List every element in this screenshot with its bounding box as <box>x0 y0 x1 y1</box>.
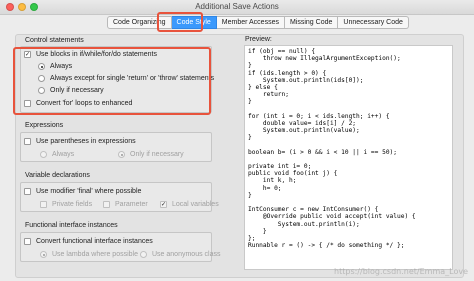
code-line: IntConsumer c = new IntConsumer() { <box>248 206 379 214</box>
parentheses-if-necessary-label: Only if necessary <box>130 151 184 158</box>
code-line: System.out.println(i); <box>248 220 360 228</box>
final-private-fields-label: Private fields <box>52 201 93 208</box>
convert-functional-label: Convert functional interface instances <box>36 238 153 245</box>
code-line: } <box>248 98 252 106</box>
code-line: int k, h; <box>248 177 297 185</box>
use-final-option[interactable]: Use modifier 'final' where possible <box>24 188 141 195</box>
code-line: if (ids.length > 0) { <box>248 69 327 77</box>
code-line: System.out.println(value); <box>248 127 360 135</box>
code-line: double value= ids[i] / 2; <box>248 119 357 127</box>
final-parameter-option[interactable]: Parameter <box>103 201 148 208</box>
code-line: } else { <box>248 83 278 91</box>
code-line: if (obj == null) { <box>248 48 316 55</box>
active-tab-highlight <box>157 12 203 32</box>
code-line: Runnable r = () -> { /* do something */ … <box>248 242 405 250</box>
code-line: }; <box>248 234 256 242</box>
use-lambda-option[interactable]: Use lambda where possible <box>40 251 138 258</box>
use-lambda-radio[interactable] <box>40 251 47 258</box>
functional-interface-title: Functional interface instances <box>25 222 118 229</box>
control-statements-title: Control statements <box>25 37 84 44</box>
code-line: } <box>248 134 252 142</box>
parentheses-always-radio[interactable] <box>40 151 47 158</box>
window-title: Additional Save Actions <box>195 2 279 11</box>
code-line: return; <box>248 91 289 99</box>
final-private-fields-checkbox[interactable] <box>40 201 47 208</box>
use-final-label: Use modifier 'final' where possible <box>36 188 142 195</box>
use-anonymous-class-radio[interactable] <box>140 251 147 258</box>
code-line: boolean b= (i > 0 && i < 10 || i == 50); <box>248 148 398 156</box>
code-line: for (int i = 0; i < ids.length; i++) { <box>248 112 390 120</box>
use-parentheses-option[interactable]: Use parentheses in expressions <box>24 138 136 145</box>
code-line: System.out.println(ids[0]); <box>248 76 364 84</box>
final-local-variables-checkbox[interactable]: ✓ <box>160 201 167 208</box>
convert-functional-option[interactable]: Convert functional interface instances <box>24 238 153 245</box>
use-lambda-label: Use lambda where possible <box>52 251 138 258</box>
variable-declarations-title: Variable declarations <box>25 172 90 179</box>
preview-label: Preview: <box>245 36 272 43</box>
code-line: @Override public void accept(int value) … <box>248 213 416 221</box>
code-line: } <box>248 191 252 199</box>
tab-bar: Code Organizing Code Style Member Access… <box>107 16 409 29</box>
tab-member-accesses[interactable]: Member Accesses <box>216 16 285 29</box>
final-local-variables-option[interactable]: ✓ Local variables <box>160 201 219 208</box>
final-parameter-label: Parameter <box>115 201 148 208</box>
code-line: } <box>248 227 267 235</box>
parentheses-always-label: Always <box>52 151 75 158</box>
title-bar: Additional Save Actions <box>0 0 474 15</box>
parentheses-if-necessary-radio[interactable] <box>118 151 125 158</box>
final-private-fields-option[interactable]: Private fields <box>40 201 92 208</box>
code-line: } <box>248 62 252 70</box>
tab-unnecessary-code[interactable]: Unnecessary Code <box>338 16 409 29</box>
use-final-checkbox[interactable] <box>24 188 31 195</box>
final-parameter-checkbox[interactable] <box>103 201 110 208</box>
tab-missing-code[interactable]: Missing Code <box>284 16 339 29</box>
final-local-variables-label: Local variables <box>172 201 219 208</box>
convert-functional-checkbox[interactable] <box>24 238 31 245</box>
use-anonymous-class-label: Use anonymous class <box>152 251 221 258</box>
watermark: https://blog.csdn.net/Emma_Love <box>334 267 468 276</box>
code-preview-text: if (obj == null) { throw new IllegalArgu… <box>245 46 452 251</box>
use-parentheses-checkbox[interactable] <box>24 138 31 145</box>
code-line: public void foo(int j) { <box>248 170 338 178</box>
use-parentheses-label: Use parentheses in expressions <box>36 138 136 145</box>
code-line: h= 0; <box>248 184 282 192</box>
expressions-title: Expressions <box>25 122 64 129</box>
use-anonymous-class-option[interactable]: Use anonymous class <box>140 251 220 258</box>
code-preview[interactable]: if (obj == null) { throw new IllegalArgu… <box>244 45 453 270</box>
parentheses-always-option[interactable]: Always <box>40 151 74 158</box>
parentheses-if-necessary-option[interactable]: Only if necessary <box>118 151 184 158</box>
code-line: throw new IllegalArgumentException(); <box>248 55 401 63</box>
code-line: private int i= 0; <box>248 163 312 170</box>
control-statements-highlight <box>13 47 211 115</box>
